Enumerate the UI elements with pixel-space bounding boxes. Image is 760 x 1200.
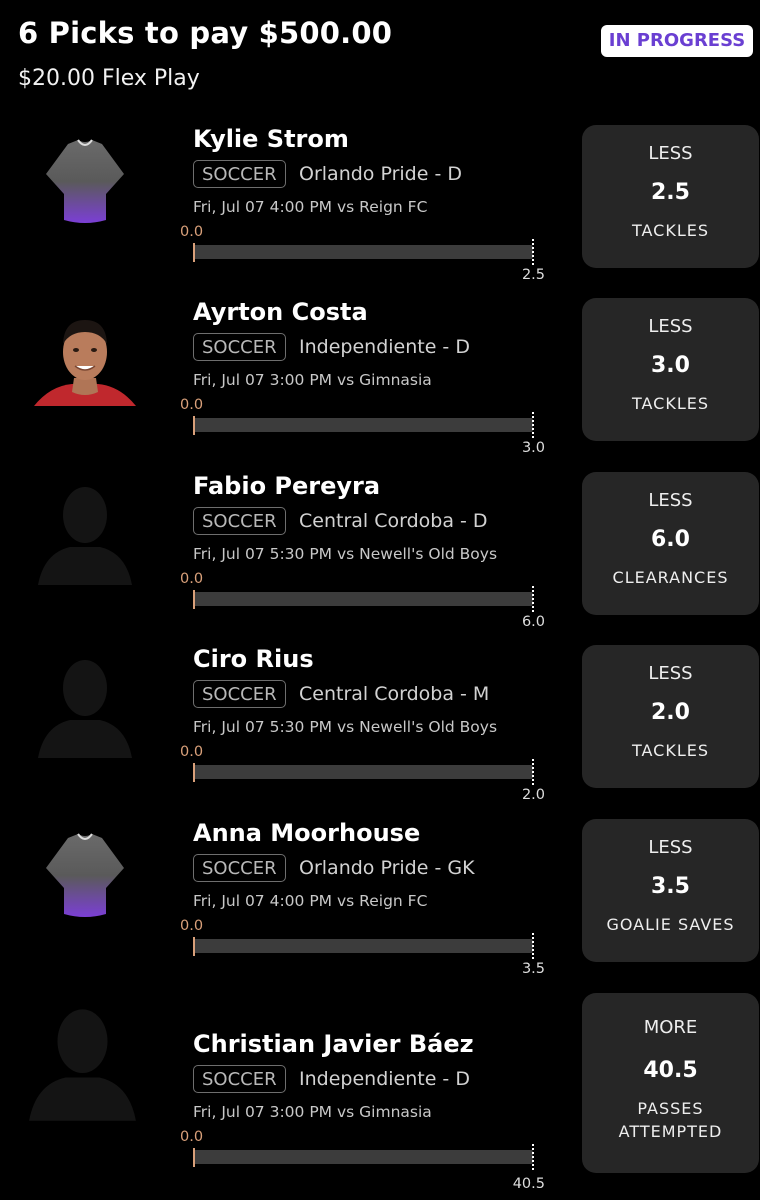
target-marker	[532, 933, 534, 959]
team-position: Independiente - D	[299, 336, 470, 358]
pick-direction: LESS	[648, 143, 693, 164]
projection-card[interactable]: LESS 3.0 TACKLES	[582, 298, 759, 441]
target-value: 3.5	[521, 961, 545, 977]
progress-track	[193, 1150, 533, 1164]
pick-direction: LESS	[648, 663, 693, 684]
stat-line: 3.5	[651, 874, 690, 899]
silhouette-icon	[38, 487, 132, 585]
team-position: Orlando Pride - D	[299, 163, 462, 185]
current-value: 0.0	[180, 918, 204, 934]
player-name[interactable]: Christian Javier Báez	[193, 1030, 474, 1058]
projection-card[interactable]: LESS 3.5 GOALIE SAVES	[582, 819, 759, 962]
stat-type: TACKLES	[631, 741, 710, 760]
projection-card[interactable]: LESS 6.0 CLEARANCES	[582, 472, 759, 615]
current-marker	[193, 937, 195, 956]
current-value: 0.0	[180, 224, 204, 240]
target-value: 2.0	[521, 787, 545, 803]
picks-title: 6 Picks to pay $500.00	[18, 16, 393, 50]
progress-track	[193, 765, 533, 779]
stat-line: 2.0	[651, 700, 690, 725]
stat-type: TACKLES	[631, 394, 710, 413]
target-marker	[532, 239, 534, 265]
current-marker	[193, 763, 195, 782]
current-value: 0.0	[180, 571, 204, 587]
current-value: 0.0	[180, 744, 204, 760]
sport-badge: SOCCER	[193, 507, 286, 535]
jersey-icon	[46, 833, 124, 917]
silhouette-icon	[38, 660, 132, 758]
stat-type: PASSES ATTEMPTED	[618, 1099, 723, 1141]
player-name[interactable]: Ciro Rius	[193, 645, 314, 673]
projection-card[interactable]: LESS 2.5 TACKLES	[582, 125, 759, 268]
current-value: 0.0	[180, 397, 204, 413]
player-photo	[34, 320, 136, 406]
pick-direction: LESS	[648, 490, 693, 511]
team-position: Central Cordoba - D	[299, 510, 488, 532]
sport-badge: SOCCER	[193, 160, 286, 188]
pick-direction: LESS	[648, 316, 693, 337]
player-name[interactable]: Anna Moorhouse	[193, 819, 420, 847]
stat-line: 2.5	[651, 180, 690, 205]
progress-track	[193, 939, 533, 953]
stat-type: TACKLES	[631, 221, 710, 240]
target-marker	[532, 586, 534, 612]
pick-direction: MORE	[643, 1017, 698, 1038]
stat-line: 6.0	[651, 527, 690, 552]
player-name[interactable]: Kylie Strom	[193, 125, 349, 153]
stat-line: 40.5	[643, 1058, 698, 1083]
game-info: Fri, Jul 07 4:00 PM vs Reign FC	[193, 892, 428, 910]
current-marker	[193, 1148, 195, 1167]
flex-play-subtitle: $20.00 Flex Play	[18, 66, 200, 91]
projection-card[interactable]: MORE 40.5 PASSES ATTEMPTED	[582, 993, 759, 1173]
current-value: 0.0	[180, 1129, 204, 1145]
target-marker	[532, 1144, 534, 1170]
team-position: Central Cordoba - M	[299, 683, 490, 705]
progress-track	[193, 592, 533, 606]
jersey-icon	[46, 139, 124, 223]
progress-track	[193, 418, 533, 432]
target-marker	[532, 412, 534, 438]
sport-badge: SOCCER	[193, 680, 286, 708]
sport-badge: SOCCER	[193, 854, 286, 882]
team-position: Independiente - D	[299, 1068, 470, 1090]
target-value: 2.5	[521, 267, 545, 283]
target-value: 3.0	[521, 440, 545, 456]
team-position: Orlando Pride - GK	[299, 857, 475, 879]
stat-type: CLEARANCES	[612, 568, 729, 587]
projection-card[interactable]: LESS 2.0 TACKLES	[582, 645, 759, 788]
game-info: Fri, Jul 07 5:30 PM vs Newell's Old Boys	[193, 718, 498, 736]
silhouette-icon	[29, 1009, 136, 1121]
pick-direction: LESS	[648, 837, 693, 858]
game-info: Fri, Jul 07 5:30 PM vs Newell's Old Boys	[193, 545, 498, 563]
stat-type: GOALIE SAVES	[606, 915, 735, 934]
progress-track	[193, 245, 533, 259]
target-marker	[532, 759, 534, 785]
current-marker	[193, 416, 195, 435]
stat-line: 3.0	[651, 353, 690, 378]
status-badge: IN PROGRESS	[601, 25, 753, 57]
game-info: Fri, Jul 07 3:00 PM vs Gimnasia	[193, 371, 432, 389]
sport-badge: SOCCER	[193, 333, 286, 361]
game-info: Fri, Jul 07 4:00 PM vs Reign FC	[193, 198, 428, 216]
current-marker	[193, 590, 195, 609]
player-name[interactable]: Fabio Pereyra	[193, 472, 380, 500]
current-marker	[193, 243, 195, 262]
target-value: 6.0	[521, 614, 545, 630]
sport-badge: SOCCER	[193, 1065, 286, 1093]
player-name[interactable]: Ayrton Costa	[193, 298, 368, 326]
target-value: 40.5	[512, 1176, 545, 1192]
game-info: Fri, Jul 07 3:00 PM vs Gimnasia	[193, 1103, 432, 1121]
